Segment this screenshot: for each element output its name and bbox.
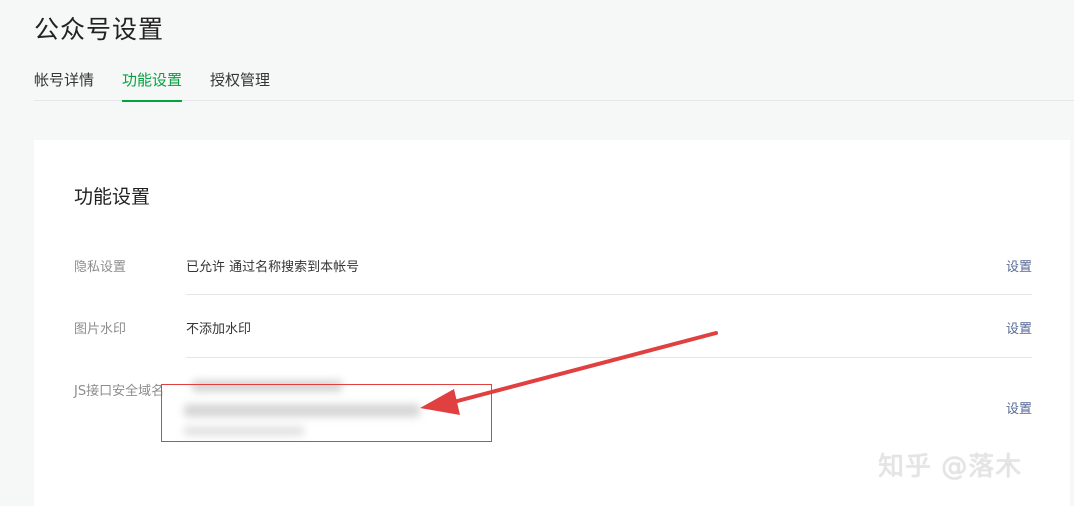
section-title: 功能设置 [74,186,151,208]
privacy-settings-button[interactable]: 设置 [1006,256,1032,275]
tab-account-details[interactable]: 帐号详情 [34,69,94,100]
row-divider [186,294,1032,295]
image-watermark-value: 不添加水印 [186,322,252,337]
privacy-settings-label: 隐私设置 [74,260,127,275]
image-watermark-label: 图片水印 [74,322,127,337]
tab-bar: 帐号详情 功能设置 授权管理 [34,64,1074,102]
js-domain-label: JS接口安全域名 [74,384,165,399]
js-domain-button[interactable]: 设置 [1006,398,1032,417]
watermark: 知乎 @落木 [878,452,1023,482]
tab-authorization-management[interactable]: 授权管理 [210,69,270,100]
image-watermark-button[interactable]: 设置 [1006,318,1032,337]
tab-feature-settings[interactable]: 功能设置 [122,69,183,102]
privacy-settings-value: 已允许 通过名称搜索到本帐号 [186,260,360,275]
page-title: 公众号设置 [34,15,165,44]
annotation-arrow-icon [420,331,718,415]
